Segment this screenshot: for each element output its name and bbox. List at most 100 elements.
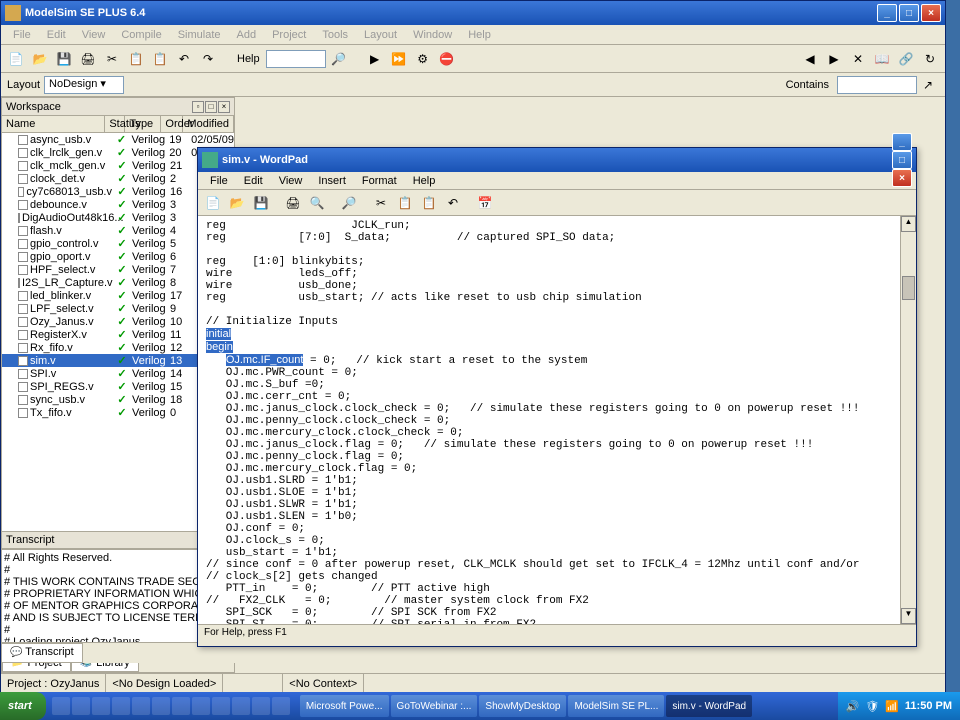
menu-edit[interactable]: Edit [39, 27, 74, 43]
copy-icon[interactable]: 📋 [125, 48, 147, 70]
ql-icon[interactable] [92, 697, 110, 715]
ws-max-icon[interactable]: □ [205, 101, 217, 113]
close-button[interactable]: × [921, 4, 941, 22]
wp-find-icon[interactable]: 🔎 [338, 192, 360, 214]
system-tray[interactable]: 🔊 🛡 📶 11:50 PM [838, 692, 960, 720]
contains-input[interactable] [837, 76, 917, 94]
maximize-button[interactable]: □ [899, 4, 919, 22]
layout-select[interactable]: NoDesign ▾ [44, 76, 124, 94]
task-button[interactable]: Microsoft Powe... [300, 695, 389, 717]
help-input[interactable] [266, 50, 326, 68]
menu-view[interactable]: View [74, 27, 114, 43]
modelsim-title: ModelSim SE PLUS 6.4 [25, 7, 877, 19]
wp-cut-icon[interactable]: ✂ [370, 192, 392, 214]
ws-split-icon[interactable]: ▫ [192, 101, 204, 113]
wp-close-button[interactable]: × [892, 169, 912, 187]
wp-maximize-button[interactable]: □ [892, 151, 912, 169]
wp-menu-view[interactable]: View [271, 173, 311, 189]
header-type[interactable]: Type [125, 116, 161, 132]
ql-icon[interactable] [252, 697, 270, 715]
ql-icon[interactable] [272, 697, 290, 715]
ql-icon[interactable] [132, 697, 150, 715]
wordpad-window: sim.v - WordPad _ □ × File Edit View Ins… [197, 147, 917, 647]
menu-file[interactable]: File [5, 27, 39, 43]
wp-date-icon[interactable]: 📅 [474, 192, 496, 214]
menu-simulate[interactable]: Simulate [170, 27, 229, 43]
start-button[interactable]: start [0, 692, 46, 720]
scroll-thumb[interactable] [902, 276, 915, 300]
ql-icon[interactable] [152, 697, 170, 715]
file-row[interactable]: async_usb.v✓Verilog1902/05/09 [2, 133, 234, 146]
menu-project[interactable]: Project [264, 27, 314, 43]
wp-open-icon[interactable]: 📂 [226, 192, 248, 214]
ws-close-icon[interactable]: × [218, 101, 230, 113]
book-icon[interactable]: 📖 [871, 48, 893, 70]
link-icon[interactable]: 🔗 [895, 48, 917, 70]
nav-back-icon[interactable]: ◀ [799, 48, 821, 70]
open-icon[interactable]: 📂 [29, 48, 51, 70]
scroll-down-icon[interactable]: ▼ [901, 608, 916, 624]
refresh-icon[interactable]: ↻ [919, 48, 941, 70]
save-icon[interactable]: 💾 [53, 48, 75, 70]
header-order[interactable]: Order [161, 116, 183, 132]
header-modified[interactable]: Modified [183, 116, 234, 132]
wp-menu-edit[interactable]: Edit [236, 173, 271, 189]
wp-menu-insert[interactable]: Insert [310, 173, 354, 189]
ql-icon[interactable] [112, 697, 130, 715]
scroll-up-icon[interactable]: ▲ [901, 216, 916, 232]
nav-fwd-icon[interactable]: ▶ [823, 48, 845, 70]
new-icon[interactable]: 📄 [5, 48, 27, 70]
menu-help[interactable]: Help [460, 27, 499, 43]
ql-icon[interactable] [212, 697, 230, 715]
menu-compile[interactable]: Compile [113, 27, 169, 43]
task-button[interactable]: ShowMyDesktop [479, 695, 566, 717]
tab-transcript[interactable]: 💬 Transcript [1, 643, 83, 663]
ql-icon[interactable] [192, 697, 210, 715]
tray-icon[interactable]: 🔊 [846, 700, 860, 713]
wp-undo-icon[interactable]: ↶ [442, 192, 464, 214]
x-icon[interactable]: ✕ [847, 48, 869, 70]
menu-add[interactable]: Add [229, 27, 265, 43]
print-icon[interactable]: 🖨 [77, 48, 99, 70]
paste-icon[interactable]: 📋 [149, 48, 171, 70]
compile-icon[interactable]: ▶ [364, 48, 386, 70]
menu-window[interactable]: Window [405, 27, 460, 43]
wp-vscroll[interactable]: ▲ ▼ [900, 216, 916, 624]
taskbar: start Microsoft Powe...GoToWebinar :...S… [0, 692, 960, 720]
undo-icon[interactable]: ↶ [173, 48, 195, 70]
ql-icon[interactable] [52, 697, 70, 715]
header-name[interactable]: Name [2, 116, 105, 132]
clock[interactable]: 11:50 PM [905, 700, 952, 712]
task-button[interactable]: ModelSim SE PL... [568, 695, 664, 717]
wp-minimize-button[interactable]: _ [892, 133, 912, 151]
wp-menu-file[interactable]: File [202, 173, 236, 189]
compile-all-icon[interactable]: ⏩ [388, 48, 410, 70]
wp-copy-icon[interactable]: 📋 [394, 192, 416, 214]
wp-menu-help[interactable]: Help [405, 173, 444, 189]
cut-icon[interactable]: ✂ [101, 48, 123, 70]
break-icon[interactable]: ⛔ [436, 48, 458, 70]
ql-icon[interactable] [172, 697, 190, 715]
minimize-button[interactable]: _ [877, 4, 897, 22]
menu-tools[interactable]: Tools [314, 27, 356, 43]
ql-icon[interactable] [232, 697, 250, 715]
task-button[interactable]: sim.v - WordPad [666, 695, 752, 717]
contains-go-icon[interactable]: ↗ [917, 74, 939, 96]
redo-icon[interactable]: ↷ [197, 48, 219, 70]
tray-icon[interactable]: 🛡 [865, 700, 879, 713]
wp-paste-icon[interactable]: 📋 [418, 192, 440, 214]
wp-print-icon[interactable]: 🖨 [282, 192, 304, 214]
layout-label: Layout [7, 79, 40, 91]
wordpad-editor[interactable]: reg JCLK_run; reg [7:0] S_data; // captu… [198, 216, 916, 624]
wp-menu-format[interactable]: Format [354, 173, 405, 189]
wp-preview-icon[interactable]: 🔍 [306, 192, 328, 214]
header-status[interactable]: Status [105, 116, 125, 132]
wp-new-icon[interactable]: 📄 [202, 192, 224, 214]
task-button[interactable]: GoToWebinar :... [391, 695, 478, 717]
tray-icon[interactable]: 📶 [885, 700, 899, 713]
simulate-icon[interactable]: ⚙ [412, 48, 434, 70]
wp-save-icon[interactable]: 💾 [250, 192, 272, 214]
ql-icon[interactable] [72, 697, 90, 715]
help-find-icon[interactable]: 🔎 [328, 48, 350, 70]
menu-layout[interactable]: Layout [356, 27, 405, 43]
